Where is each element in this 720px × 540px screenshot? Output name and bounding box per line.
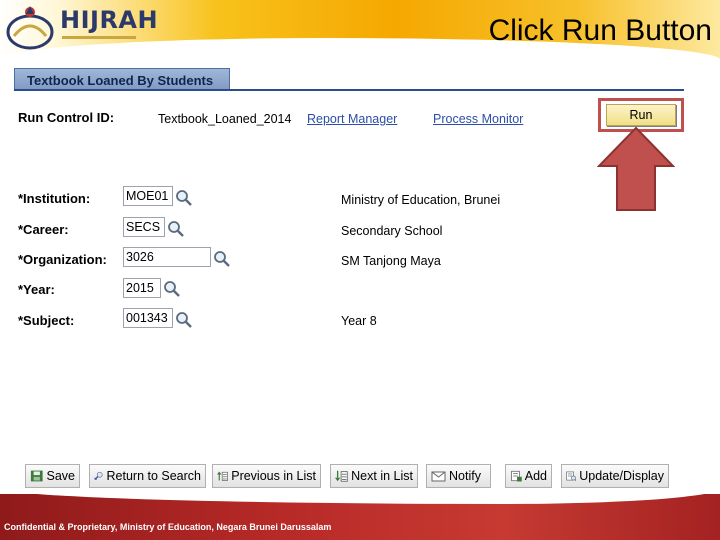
subject-label: *Subject: xyxy=(18,313,75,328)
subject-description: Year 8 xyxy=(341,314,377,328)
tab-textbook-loaned[interactable]: Textbook Loaned By Students xyxy=(14,68,230,91)
report-manager-link[interactable]: Report Manager xyxy=(307,112,397,126)
add-page-icon xyxy=(511,470,522,482)
subject-input[interactable] xyxy=(123,308,173,328)
return-to-search-label: Return to Search xyxy=(106,469,202,483)
institution-label: *Institution: xyxy=(18,191,91,206)
career-label: *Career: xyxy=(18,222,69,237)
logo-text: HIJRAH xyxy=(60,6,159,34)
slide-title: Click Run Button xyxy=(488,14,712,47)
organization-description: SM Tanjong Maya xyxy=(341,254,441,268)
search-icon[interactable] xyxy=(213,250,231,268)
next-in-list-button[interactable]: Next in List xyxy=(330,464,418,488)
run-control-label: Run Control ID: xyxy=(18,110,115,125)
run-control-value: Textbook_Loaned_2014 xyxy=(158,112,292,126)
save-label: Save xyxy=(46,469,76,483)
update-display-icon xyxy=(566,471,577,482)
search-icon[interactable] xyxy=(175,311,193,329)
search-icon[interactable] xyxy=(163,280,181,298)
arrow-up-icon xyxy=(597,126,675,211)
footer-text: Confidential & Proprietary, Ministry of … xyxy=(4,522,332,532)
institution-description: Ministry of Education, Brunei xyxy=(341,193,501,207)
logo-tagline-bar xyxy=(62,36,136,39)
notify-label: Notify xyxy=(449,469,481,483)
organization-input[interactable] xyxy=(123,247,211,267)
organization-label: *Organization: xyxy=(18,252,107,267)
search-icon[interactable] xyxy=(175,189,193,207)
envelope-icon xyxy=(431,471,446,482)
update-display-label: Update/Display xyxy=(579,469,664,483)
arrow-up-list-icon xyxy=(217,471,228,481)
year-label: *Year: xyxy=(18,282,55,297)
previous-in-list-label: Previous in List xyxy=(231,469,316,483)
career-description: Secondary School xyxy=(341,224,443,238)
save-icon xyxy=(30,470,43,482)
career-input[interactable] xyxy=(123,217,165,237)
process-monitor-link[interactable]: Process Monitor xyxy=(433,112,523,126)
save-button[interactable]: Save xyxy=(25,464,80,488)
institution-input[interactable] xyxy=(123,186,173,206)
search-icon[interactable] xyxy=(167,220,185,238)
update-display-button[interactable]: Update/Display xyxy=(561,464,669,488)
tab-underline xyxy=(14,89,684,91)
previous-in-list-button[interactable]: Previous in List xyxy=(212,464,321,488)
crest-icon xyxy=(6,6,54,50)
add-label: Add xyxy=(524,469,547,483)
return-to-search-button[interactable]: Return to Search xyxy=(89,464,206,488)
year-input[interactable] xyxy=(123,278,161,298)
notify-button[interactable]: Notify xyxy=(426,464,491,488)
hijrah-logo: HIJRAH xyxy=(4,2,158,52)
next-in-list-label: Next in List xyxy=(351,469,413,483)
arrow-down-list-icon xyxy=(335,470,348,482)
add-button[interactable]: Add xyxy=(505,464,552,488)
return-arrow-icon xyxy=(94,471,103,480)
run-button[interactable]: Run xyxy=(606,104,676,126)
